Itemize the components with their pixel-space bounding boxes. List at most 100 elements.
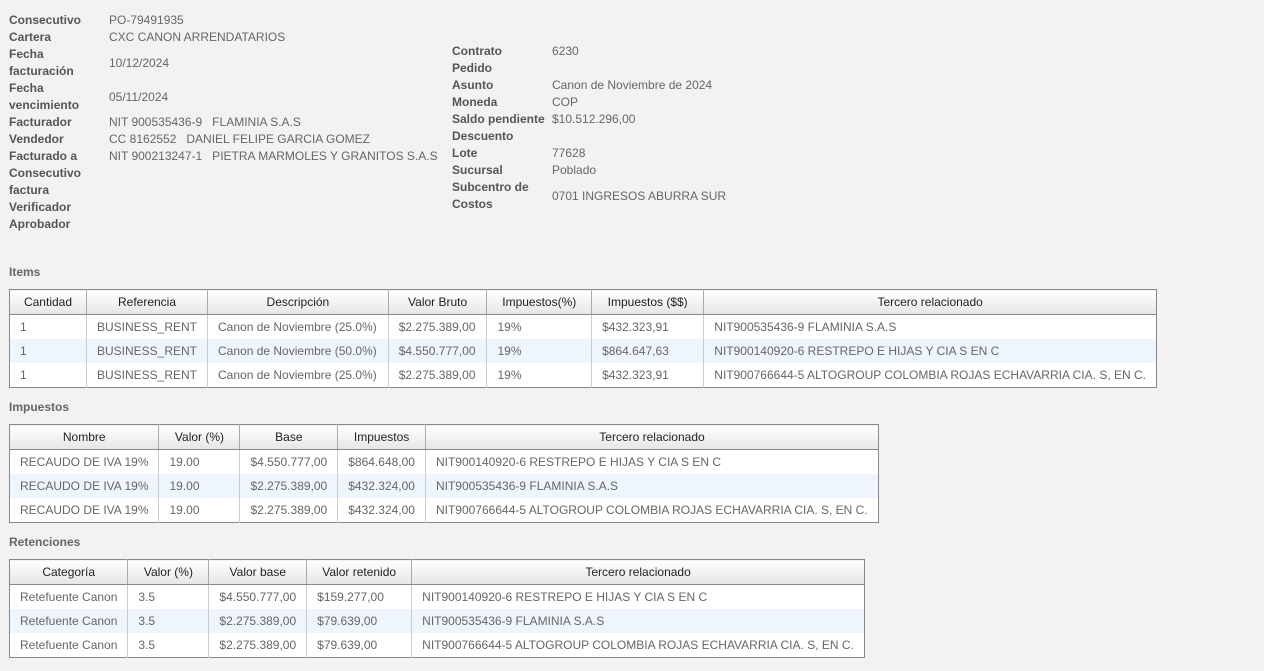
table-cell: $79.639,00 xyxy=(306,633,412,658)
field-label: Facturado a xyxy=(9,149,78,163)
column-header[interactable]: Nombre xyxy=(9,424,159,450)
column-header[interactable]: Valor retenido xyxy=(306,559,412,585)
invoice-header-left: Consecutivo PO-79491935 Cartera CXC CANO… xyxy=(9,12,449,233)
field-value: $10.512.296,00 xyxy=(552,112,636,126)
field-value: COP xyxy=(552,95,579,109)
field-label: Consecutivo factura xyxy=(9,166,82,197)
table-header-row: Nombre Valor (%) Base Impuestos Tercero … xyxy=(9,424,879,450)
table-cell: $2.275.389,00 xyxy=(208,609,307,633)
field-value: Poblado xyxy=(552,163,597,177)
retenciones-section-title: Retenciones xyxy=(9,535,81,549)
column-header[interactable]: Descripción xyxy=(207,289,389,315)
field-cartera: Cartera CXC CANON ARRENDATARIOS xyxy=(9,29,449,46)
column-header[interactable]: Valor Bruto xyxy=(387,289,487,315)
table-row[interactable]: Retefuente Canon 3.5 $4.550.777,00 $159.… xyxy=(10,584,865,609)
table-cell: BUSINESS_RENT xyxy=(85,314,208,339)
table-row[interactable]: RECAUDO DE IVA 19% 19.00 $2.275.389,00 $… xyxy=(9,474,879,498)
impuestos-section-title: Impuestos xyxy=(9,400,70,414)
table-cell: Retefuente Canon xyxy=(9,609,128,633)
impuestos-table: Nombre Valor (%) Base Impuestos Tercero … xyxy=(9,424,879,523)
table-cell: $432.324,00 xyxy=(337,498,426,523)
invoice-header-right: Contrato 6230 Pedido Asunto Canon de Nov… xyxy=(452,43,872,213)
column-header[interactable]: Tercero relacionado xyxy=(411,559,865,585)
field-consecutivo-factura: Consecutivo factura xyxy=(9,165,449,199)
table-cell: BUSINESS_RENT xyxy=(85,363,208,388)
field-label: Facturador xyxy=(9,115,72,129)
table-cell: $79.639,00 xyxy=(306,609,412,633)
column-header[interactable]: Referencia xyxy=(85,289,208,315)
column-header[interactable]: Valor base xyxy=(208,559,307,585)
column-header[interactable]: Base xyxy=(239,424,338,450)
table-header-row: Cantidad Referencia Descripción Valor Br… xyxy=(9,289,1157,315)
table-cell: NIT900766644-5 ALTOGROUP COLOMBIA ROJAS … xyxy=(411,633,865,658)
table-cell: 19% xyxy=(486,339,592,363)
column-header[interactable]: Cantidad xyxy=(9,289,87,315)
column-header[interactable]: Categoría xyxy=(9,559,128,585)
table-cell: $2.275.389,00 xyxy=(387,363,487,388)
table-cell: NIT900140920-6 RESTREPO E HIJAS Y CIA S … xyxy=(703,339,1157,363)
table-header-row: Categoría Valor (%) Valor base Valor ret… xyxy=(9,559,865,585)
table-cell: Retefuente Canon xyxy=(20,590,118,604)
field-label: Aprobador xyxy=(9,217,71,231)
column-header[interactable]: Valor (%) xyxy=(127,559,209,585)
table-cell: 1 xyxy=(20,368,27,382)
field-value xyxy=(552,128,872,145)
table-cell: NIT900535436-9 FLAMINIA S.A.S xyxy=(703,314,1157,339)
column-header[interactable]: Impuestos xyxy=(337,424,426,450)
table-cell: 1 xyxy=(20,320,27,334)
field-value: NIT 900535436-9 FLAMINIA S.A.S xyxy=(109,115,301,129)
field-sucursal: Sucursal Poblado xyxy=(452,162,872,179)
field-facturador: Facturador NIT 900535436-9 FLAMINIA S.A.… xyxy=(9,114,449,131)
field-label: Sucursal xyxy=(452,163,503,177)
table-row[interactable]: 1 BUSINESS_RENT Canon de Noviembre (25.0… xyxy=(10,363,1157,388)
table-cell: NIT900535436-9 FLAMINIA S.A.S xyxy=(424,474,879,498)
table-cell: 3.5 xyxy=(127,609,209,633)
field-label: Subcentro de Costos xyxy=(452,180,529,211)
field-label: Cartera xyxy=(9,30,52,44)
field-value: 77628 xyxy=(552,146,586,160)
table-cell: $432.324,00 xyxy=(337,474,426,498)
field-label: Verificador xyxy=(9,200,72,214)
column-header[interactable]: Impuestos(%) xyxy=(486,289,592,315)
table-row[interactable]: Retefuente Canon 3.5 $2.275.389,00 $79.6… xyxy=(9,609,865,633)
field-saldo-pendiente: Saldo pendiente $10.512.296,00 xyxy=(452,111,872,128)
table-cell: 3.5 xyxy=(127,633,209,658)
table-cell: 19% xyxy=(486,363,592,388)
table-cell: 19% xyxy=(486,314,592,339)
field-label: Saldo pendiente xyxy=(452,112,545,126)
table-row[interactable]: 1 BUSINESS_RENT Canon de Noviembre (50.0… xyxy=(9,339,1157,363)
field-pedido: Pedido xyxy=(452,60,872,77)
table-cell: Retefuente Canon xyxy=(20,638,118,652)
table-cell: NIT900535436-9 FLAMINIA S.A.S xyxy=(411,609,865,633)
field-value: 10/12/2024 xyxy=(109,55,170,70)
column-header[interactable]: Valor (%) xyxy=(158,424,240,450)
field-label: Pedido xyxy=(452,61,493,75)
column-header[interactable]: Tercero relacionado xyxy=(703,289,1157,315)
table-row[interactable]: RECAUDO DE IVA 19% 19.00 $4.550.777,00 $… xyxy=(10,449,879,474)
field-fecha-vencimiento: Fecha vencimiento 05/11/2024 xyxy=(9,80,449,114)
table-cell: $2.275.389,00 xyxy=(208,633,307,658)
table-cell: 19.00 xyxy=(158,474,240,498)
table-cell: NIT900766644-5 ALTOGROUP COLOMBIA ROJAS … xyxy=(703,363,1157,388)
field-asunto: Asunto Canon de Noviembre de 2024 xyxy=(452,77,872,94)
table-cell: $2.275.389,00 xyxy=(387,314,487,339)
field-label: Lote xyxy=(452,146,478,160)
table-cell: Canon de Noviembre (50.0%) xyxy=(207,339,389,363)
table-cell: $432.323,91 xyxy=(591,314,704,339)
table-row[interactable]: 1 BUSINESS_RENT Canon de Noviembre (25.0… xyxy=(10,314,1157,339)
table-row[interactable]: Retefuente Canon 3.5 $2.275.389,00 $79.6… xyxy=(10,633,865,658)
table-cell: RECAUDO DE IVA 19% xyxy=(20,503,149,517)
table-cell: RECAUDO DE IVA 19% xyxy=(20,455,149,469)
field-subcentro-costos: Subcentro de Costos 0701 INGRESOS ABURRA… xyxy=(452,179,872,213)
field-facturado-a: Facturado a NIT 900213247-1 PIETRA MARMO… xyxy=(9,148,449,165)
field-value xyxy=(552,60,872,77)
table-row[interactable]: RECAUDO DE IVA 19% 19.00 $2.275.389,00 $… xyxy=(10,498,879,523)
table-cell: NIT900766644-5 ALTOGROUP COLOMBIA ROJAS … xyxy=(424,498,879,523)
table-cell: $4.550.777,00 xyxy=(208,584,307,609)
column-header[interactable]: Impuestos ($$) xyxy=(591,289,704,315)
column-header[interactable]: Tercero relacionado xyxy=(424,424,879,450)
table-cell: NIT900140920-6 RESTREPO E HIJAS Y CIA S … xyxy=(424,449,879,474)
field-vendedor: Vendedor CC 8162552 DANIEL FELIPE GARCIA… xyxy=(9,131,449,148)
field-value: 05/11/2024 xyxy=(109,89,169,104)
table-cell: $432.323,91 xyxy=(591,363,704,388)
